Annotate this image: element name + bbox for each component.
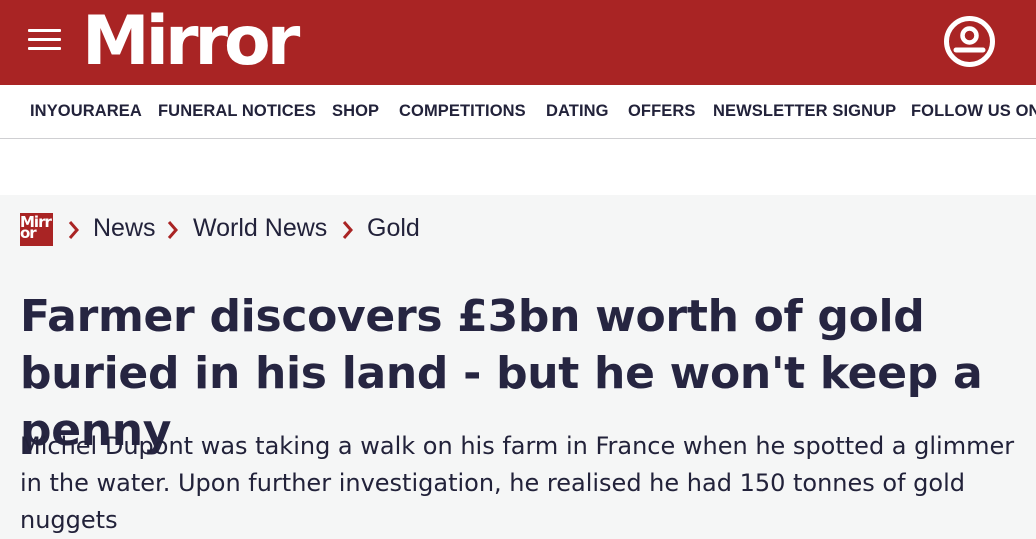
hamburger-menu-button[interactable] xyxy=(28,27,61,53)
hamburger-icon-line xyxy=(28,29,61,32)
account-button[interactable] xyxy=(942,14,997,69)
nav-item-offers[interactable]: OFFERS xyxy=(628,85,696,138)
nav-item-newsletter-signup[interactable]: NEWSLETTER SIGNUP xyxy=(713,85,896,138)
chevron-right-icon xyxy=(68,221,79,239)
breadcrumb-world-news[interactable]: World News xyxy=(193,210,327,250)
hamburger-icon-line xyxy=(28,38,61,41)
hamburger-icon-line xyxy=(28,47,61,50)
breadcrumb-news[interactable]: News xyxy=(93,210,156,250)
chevron-right-icon xyxy=(167,221,178,239)
nav-item-follow-us[interactable]: FOLLOW US ON xyxy=(911,85,1036,138)
secondary-nav: INYOURAREA FUNERAL NOTICES SHOP COMPETIT… xyxy=(0,85,1036,139)
mirror-logo[interactable]: Mirror xyxy=(82,2,300,82)
nav-item-funeral-notices[interactable]: FUNERAL NOTICES xyxy=(158,85,316,138)
nav-item-dating[interactable]: DATING xyxy=(546,85,609,138)
nav-item-competitions[interactable]: COMPETITIONS xyxy=(399,85,526,138)
site-header: Mirror xyxy=(0,0,1036,85)
nav-item-shop[interactable]: SHOP xyxy=(332,85,379,138)
nav-item-inyourarea[interactable]: INYOURAREA xyxy=(30,85,142,138)
ad-slot xyxy=(0,139,1036,195)
mirror-mini-logo[interactable]: Mirr or xyxy=(20,213,53,246)
breadcrumb-gold[interactable]: Gold xyxy=(367,210,420,250)
article-standfirst: Michel Dupont was taking a walk on his f… xyxy=(20,432,1015,534)
mini-logo-text: Mirr or xyxy=(20,213,52,242)
chevron-right-icon xyxy=(342,221,353,239)
account-icon xyxy=(944,16,995,67)
